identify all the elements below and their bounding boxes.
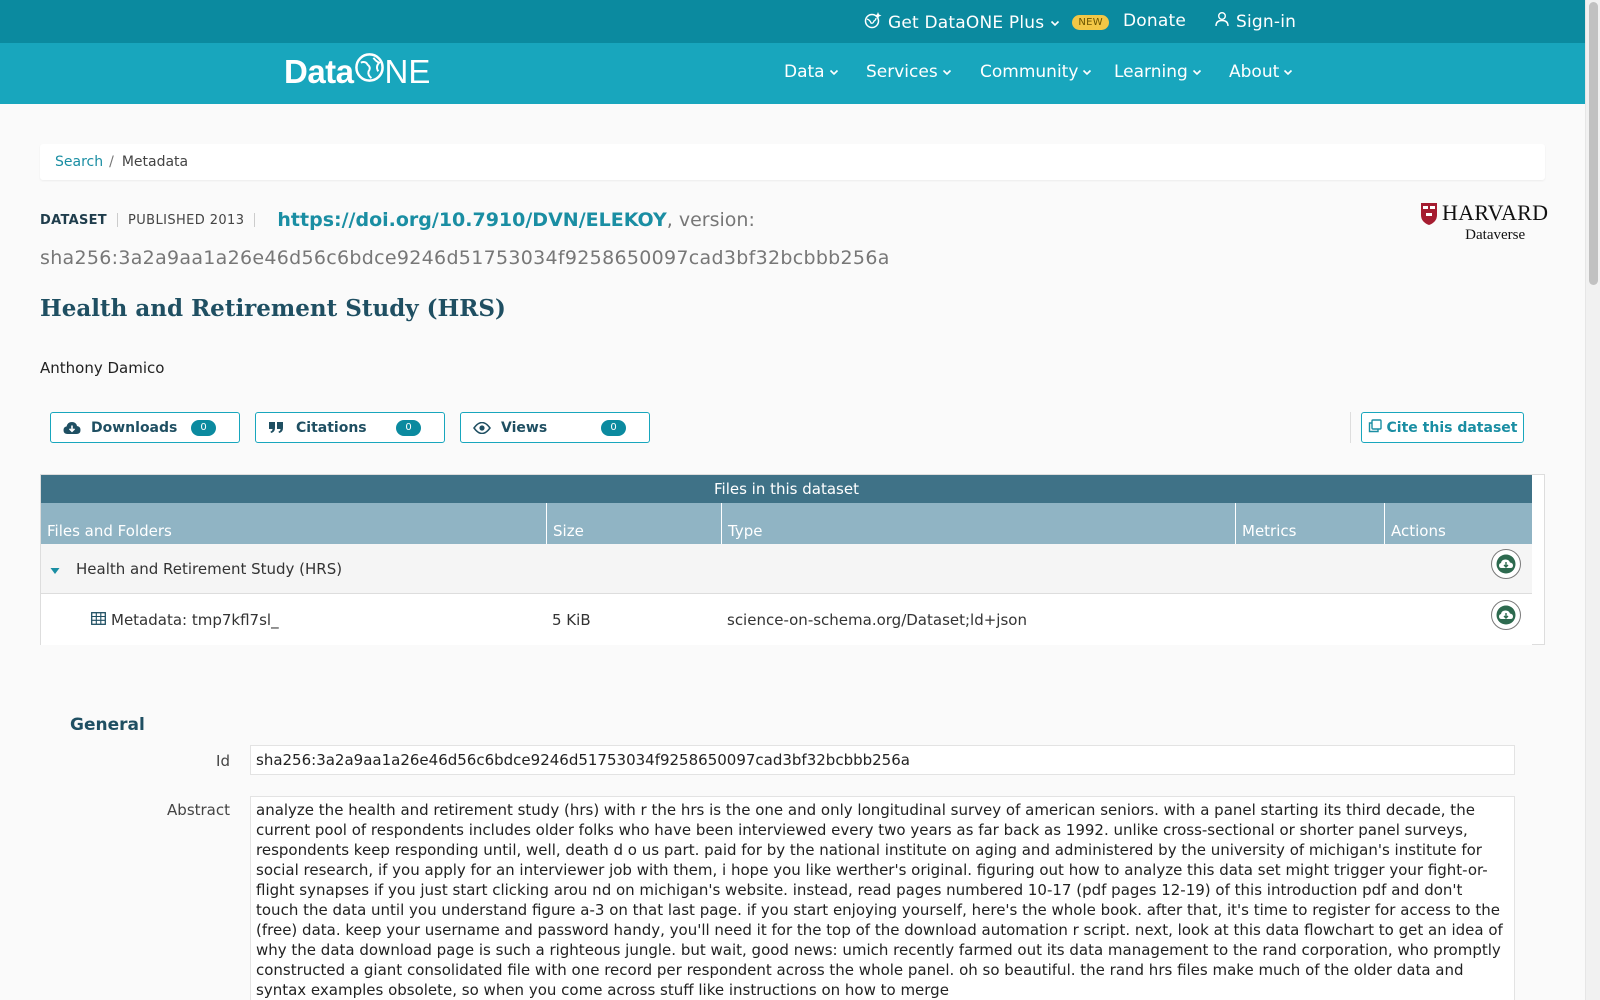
citations-count: 0 xyxy=(396,420,421,436)
abstract-label: Abstract xyxy=(167,801,230,819)
top-bar: Get DataONE Plus NEW Donate Sign-in xyxy=(0,0,1585,43)
repository-name: HARVARD xyxy=(1442,200,1549,225)
table-row: Metadata: tmp7kfl7sl_ 5 KiB science-on-s… xyxy=(41,595,1532,645)
logo-text-ne: NE xyxy=(384,52,431,90)
harvard-shield-icon xyxy=(1420,202,1438,230)
chevron-down-icon xyxy=(1050,13,1060,33)
page-scrollbar[interactable] xyxy=(1585,0,1600,1000)
version-label: , version: xyxy=(666,209,755,231)
globe-o-icon xyxy=(354,52,385,91)
nav-about[interactable]: About xyxy=(1229,62,1293,82)
table-row-folder: Health and Retirement Study (HRS) xyxy=(41,544,1532,594)
main-nav: Data NE Data Services Community Learning… xyxy=(0,43,1585,104)
doi-link[interactable]: https://doi.org/10.7910/DVN/ELEKOY xyxy=(277,209,666,231)
divider xyxy=(1350,412,1351,443)
views-count: 0 xyxy=(601,420,626,436)
nav-data[interactable]: Data xyxy=(784,62,839,82)
get-dataone-plus-menu[interactable]: Get DataONE Plus NEW xyxy=(864,11,1109,34)
dataset-type-label: DATASET xyxy=(40,212,107,228)
files-table-header: Files and Folders Size Type Metrics Acti… xyxy=(41,503,1532,544)
chevron-down-icon xyxy=(1192,62,1202,82)
get-dataone-plus-label: Get DataONE Plus xyxy=(888,12,1045,33)
logo-text-data: Data xyxy=(284,52,354,90)
chevron-down-icon xyxy=(942,62,952,82)
nav-data-label: Data xyxy=(784,62,825,82)
id-field: sha256:3a2a9aa1a26e46d56c6bdce9246d51753… xyxy=(250,745,1515,775)
user-icon xyxy=(1214,11,1230,32)
file-name[interactable]: Metadata: tmp7kfl7sl_ xyxy=(111,611,279,629)
dataone-logo[interactable]: Data NE xyxy=(284,52,430,91)
general-section-heading: General xyxy=(70,715,145,735)
published-label: PUBLISHED 2013 xyxy=(127,212,245,228)
scrollbar-thumb[interactable] xyxy=(1589,2,1598,285)
column-header-metrics: Metrics xyxy=(1235,503,1384,544)
cite-this-dataset-label: Cite this dataset xyxy=(1386,419,1518,436)
dataset-author: Anthony Damico xyxy=(40,359,165,377)
chevron-down-icon xyxy=(1283,62,1293,82)
donate-label: Donate xyxy=(1123,11,1187,31)
breadcrumb-search-link[interactable]: Search xyxy=(55,154,103,170)
nav-services[interactable]: Services xyxy=(866,62,952,82)
donate-link[interactable]: Donate xyxy=(1123,11,1186,31)
breadcrumb: Search / Metadata xyxy=(40,144,1545,180)
chevron-down-icon xyxy=(1082,62,1092,82)
column-header-size: Size xyxy=(546,503,721,544)
breadcrumb-separator: / xyxy=(109,154,114,170)
nav-community-label: Community xyxy=(980,62,1079,82)
sign-in-link[interactable]: Sign-in xyxy=(1214,11,1296,32)
column-header-files: Files and Folders xyxy=(47,522,172,540)
views-button[interactable]: Views 0 xyxy=(460,412,650,443)
logo-text-one: NE xyxy=(354,52,431,91)
nav-about-label: About xyxy=(1229,62,1280,82)
column-header-type: Type xyxy=(721,503,1235,544)
cloud-download-icon xyxy=(63,421,81,435)
table-icon xyxy=(91,611,106,629)
file-type: science-on-schema.org/Dataset;ld+json xyxy=(727,611,1027,629)
column-header-actions: Actions xyxy=(1384,503,1532,544)
citations-button[interactable]: Citations 0 xyxy=(255,412,445,443)
harvard-dataverse-logo[interactable]: HARVARD Dataverse xyxy=(1420,202,1548,244)
file-size: 5 KiB xyxy=(552,611,591,629)
chevron-down-icon xyxy=(829,62,839,82)
harvard-text: HARVARD Dataverse xyxy=(1442,202,1548,244)
views-label: Views xyxy=(501,419,548,436)
downloads-count: 0 xyxy=(191,420,216,436)
dataset-title: Health and Retirement Study (HRS) xyxy=(40,295,506,322)
copy-icon xyxy=(1368,418,1382,437)
cloud-download-icon[interactable] xyxy=(1491,549,1521,579)
citations-label: Citations xyxy=(296,419,367,436)
cite-this-dataset-button[interactable]: Cite this dataset xyxy=(1361,412,1524,443)
divider xyxy=(116,213,118,227)
id-label: Id xyxy=(216,752,230,770)
globe-sparkle-icon xyxy=(864,11,882,34)
files-table: Files in this dataset Files and Folders … xyxy=(40,474,1545,645)
dataset-meta-line: DATASET PUBLISHED 2013 https://doi.org/1… xyxy=(40,209,755,231)
repository-subname: Dataverse xyxy=(1465,227,1526,243)
quote-icon xyxy=(268,421,286,434)
cloud-download-icon[interactable] xyxy=(1491,600,1521,630)
nav-learning[interactable]: Learning xyxy=(1114,62,1202,82)
new-badge: NEW xyxy=(1072,15,1109,30)
breadcrumb-current: Metadata xyxy=(121,154,189,170)
sign-in-label: Sign-in xyxy=(1236,11,1297,32)
folder-name[interactable]: Health and Retirement Study (HRS) xyxy=(76,560,342,578)
caret-down-icon[interactable] xyxy=(50,561,60,579)
files-table-title: Files in this dataset xyxy=(41,475,1532,503)
nav-learning-label: Learning xyxy=(1114,62,1188,82)
version-sha: sha256:3a2a9aa1a26e46d56c6bdce9246d51753… xyxy=(40,247,890,269)
downloads-label: Downloads xyxy=(91,419,178,436)
nav-services-label: Services xyxy=(866,62,938,82)
nav-community[interactable]: Community xyxy=(980,62,1092,82)
divider xyxy=(254,213,256,227)
downloads-button[interactable]: Downloads 0 xyxy=(50,412,240,443)
eye-icon xyxy=(473,421,491,434)
abstract-field: analyze the health and retirement study … xyxy=(250,796,1515,1000)
